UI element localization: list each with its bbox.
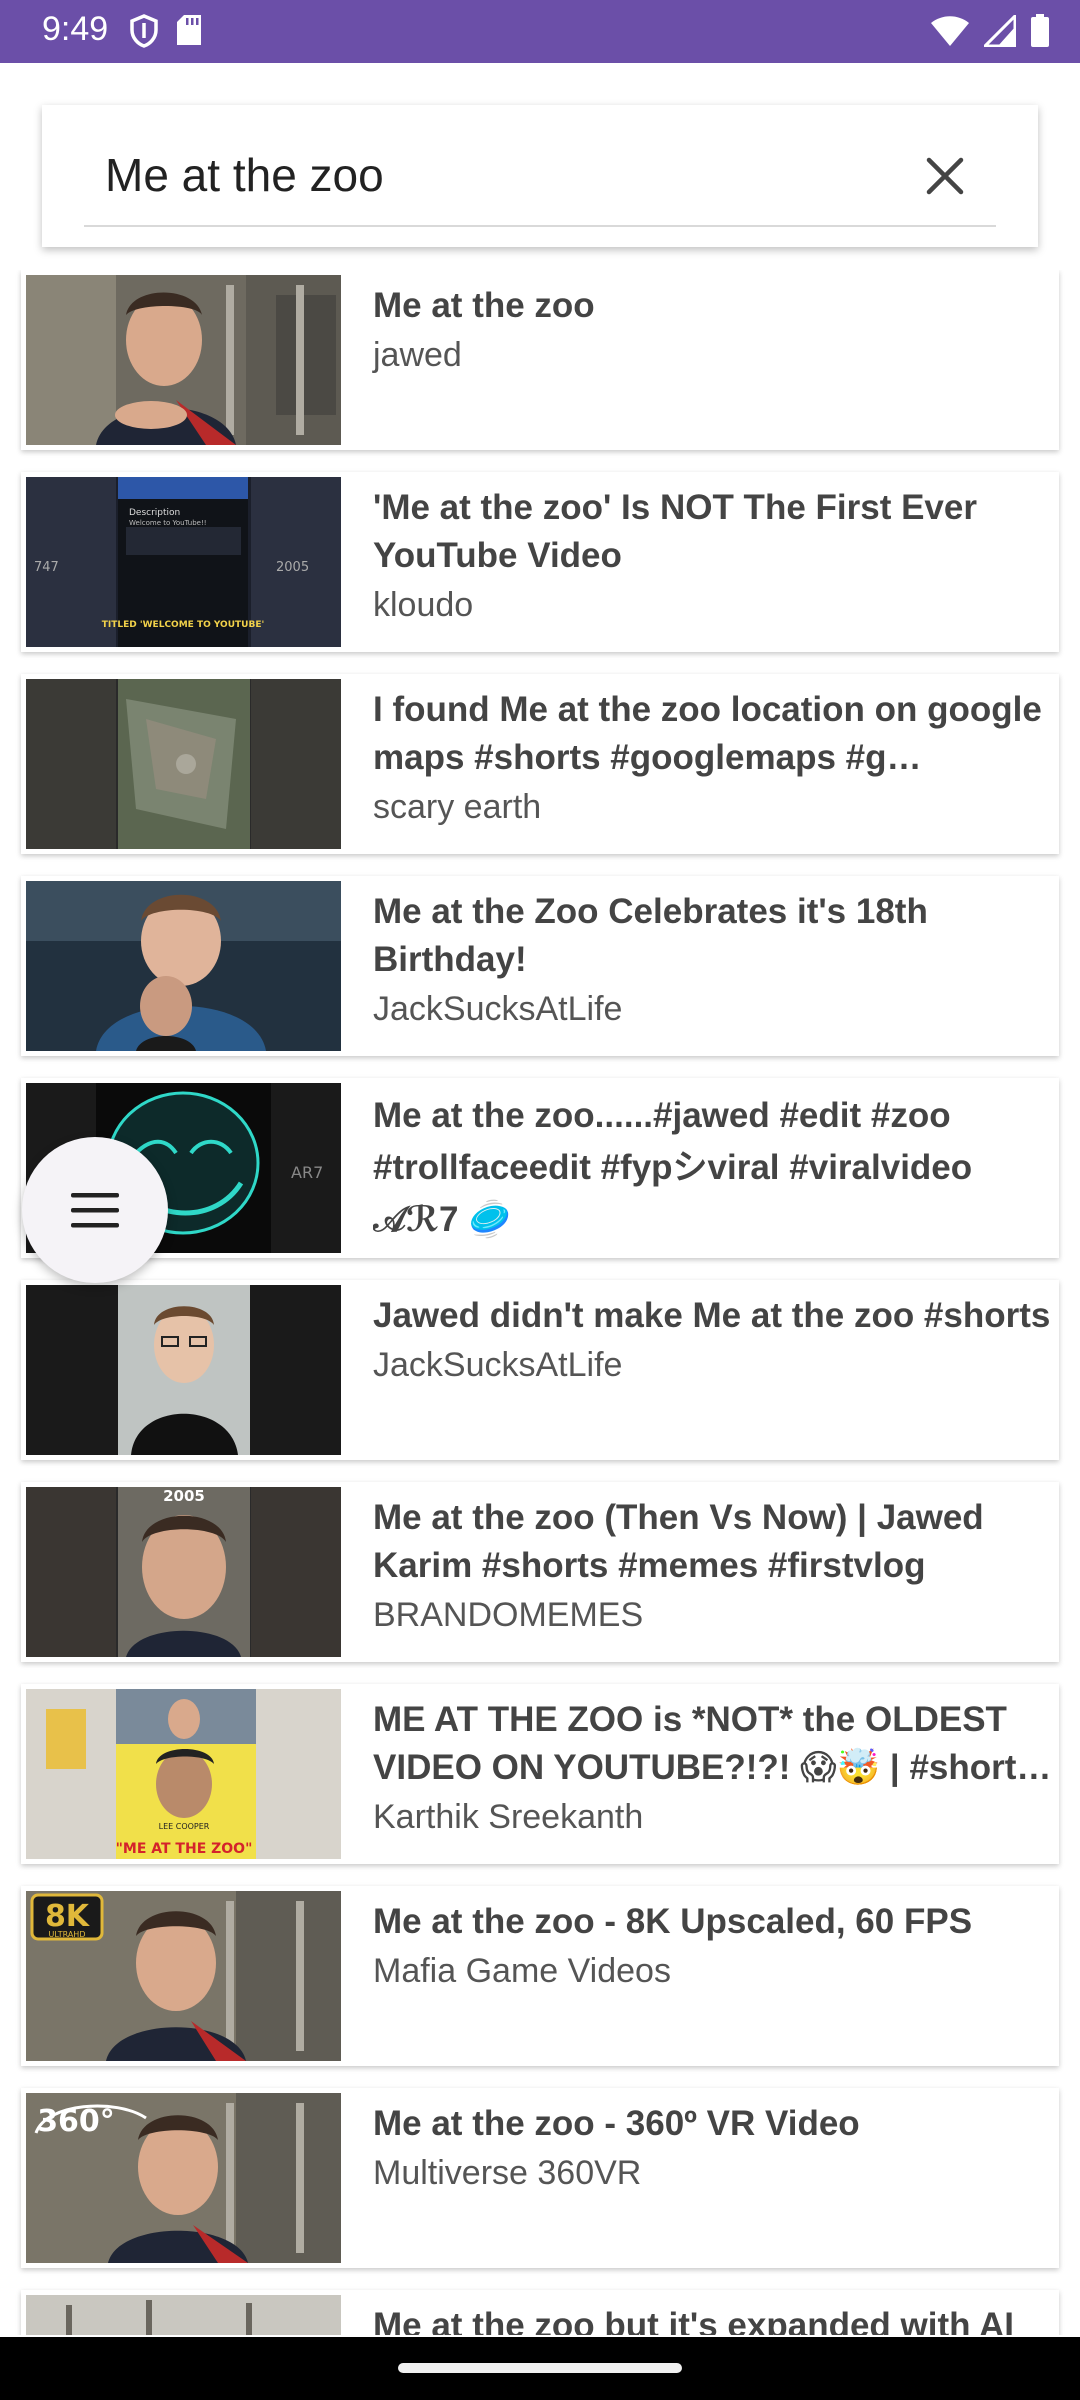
sd-card-icon [176, 14, 202, 53]
navigation-bar [0, 2337, 1080, 2400]
thumb-8k-badge: 8K [45, 1899, 91, 1934]
app-root: 9:49 Me at the zoo Me at the zoo jawed D… [0, 0, 1080, 2400]
video-title[interactable]: ME AT THE ZOO is *NOT* the OLDEST VIDEO … [373, 1696, 1059, 1792]
video-thumbnail[interactable]: LEE COOPER "ME AT THE ZOO" [26, 1689, 341, 1859]
thumb-year-text: 2005 [163, 1487, 205, 1505]
channel-name: Mafia Game Videos [373, 1952, 671, 1990]
video-title[interactable]: I found Me at the zoo location on google… [373, 686, 1059, 782]
result-card[interactable]: LEE COOPER "ME AT THE ZOO" ME AT THE ZOO… [21, 1684, 1059, 1864]
video-title[interactable]: Me at the zoo but it's expanded with AI [373, 2302, 1059, 2335]
status-bar: 9:49 [0, 0, 1080, 63]
video-title[interactable]: Jawed didn't make Me at the zoo #shorts [373, 1292, 1059, 1340]
video-title[interactable]: Me at the zoo - 360º VR Video [373, 2100, 1059, 2148]
video-thumbnail[interactable] [26, 881, 341, 1051]
result-card[interactable]: Me at the zoo jawed [21, 270, 1059, 450]
video-title[interactable]: Me at the zoo [373, 282, 1059, 330]
video-title[interactable]: Me at the zoo - 8K Upscaled, 60 FPS [373, 1898, 1059, 1946]
results-list: Me at the zoo jawed Description Welcome … [0, 270, 1080, 2335]
video-thumbnail[interactable]: 8K ULTRAHD [26, 1891, 341, 2061]
thumb-360-badge: 360° [37, 2104, 115, 2139]
video-thumbnail[interactable]: 360° [26, 2093, 341, 2263]
channel-name: Karthik Sreekanth [373, 1798, 644, 1836]
channel-name: JackSucksAtLife [373, 990, 623, 1028]
search-input[interactable] [105, 145, 905, 205]
channel-name: BRANDOMEMES [373, 1596, 644, 1634]
cell-signal-icon [981, 12, 1017, 52]
channel-name: kloudo [373, 586, 474, 624]
channel-name: jawed [373, 336, 462, 374]
channel-name: scary earth [373, 788, 542, 826]
video-title[interactable]: Me at the Zoo Celebrates it's 18th Birth… [373, 888, 1059, 984]
thumb-caption-text: TITLED 'WELCOME TO YOUTUBE' [102, 620, 264, 630]
clear-search-button[interactable] [912, 143, 978, 209]
thumb-description-text: Description [129, 508, 180, 518]
result-card[interactable]: 360° Me at the zoo - 360º VR Video Multi… [21, 2088, 1059, 2268]
result-card[interactable]: Jawed didn't make Me at the zoo #shorts … [21, 1280, 1059, 1460]
thumb-views-text: 747 [34, 560, 59, 575]
channel-name: Multiverse 360VR [373, 2154, 642, 2192]
video-title[interactable]: 'Me at the zoo' Is NOT The First Ever Yo… [373, 484, 1059, 580]
status-left-icons [130, 14, 202, 53]
search-bar [42, 105, 1038, 247]
result-card[interactable]: 2005 Me at the zoo (Then Vs Now) | Jawed… [21, 1482, 1059, 1662]
video-thumbnail[interactable] [26, 679, 341, 849]
video-thumbnail[interactable] [26, 2295, 341, 2335]
menu-button[interactable] [22, 1137, 168, 1283]
search-underline [84, 225, 996, 227]
home-gesture-handle[interactable] [398, 2363, 682, 2373]
battery-icon [1030, 14, 1050, 53]
result-card[interactable]: Description Welcome to YouTube!! 747 200… [21, 472, 1059, 652]
thumb-welcome-text: Welcome to YouTube!! [129, 519, 207, 527]
status-time: 9:49 [42, 10, 109, 48]
thumb-caption-text: "ME AT THE ZOO" [116, 1841, 253, 1857]
result-card[interactable]: 8K ULTRAHD Me at the zoo - 8K Upscaled, … [21, 1886, 1059, 2066]
result-card[interactable]: Me at the zoo but it's expanded with AI [21, 2290, 1059, 2335]
result-card[interactable]: AR7 Me at the zoo......#jawed #edit #zoo… [21, 1078, 1059, 1258]
shield-icon [130, 14, 158, 53]
close-icon [926, 157, 964, 195]
thumb-ultrahd-text: ULTRAHD [49, 1930, 86, 1939]
video-thumbnail[interactable]: Description Welcome to YouTube!! 747 200… [26, 477, 341, 647]
menu-icon [71, 1193, 119, 1228]
video-title[interactable]: Me at the zoo......#jawed #edit #zoo #tr… [373, 1090, 1059, 1240]
result-card[interactable]: Me at the Zoo Celebrates it's 18th Birth… [21, 876, 1059, 1056]
video-thumbnail[interactable] [26, 275, 341, 445]
status-right-icons [930, 12, 1050, 53]
thumb-year-text: 2005 [276, 560, 309, 575]
thumb-brand-text: LEE COOPER [159, 1822, 210, 1831]
thumb-tag-text: AR7 [291, 1163, 323, 1182]
video-title[interactable]: Me at the zoo (Then Vs Now) | Jawed Kari… [373, 1494, 1059, 1590]
result-card[interactable]: I found Me at the zoo location on google… [21, 674, 1059, 854]
wifi-icon [930, 15, 970, 52]
video-thumbnail[interactable] [26, 1285, 341, 1455]
channel-name: JackSucksAtLife [373, 1346, 623, 1384]
video-thumbnail[interactable]: 2005 [26, 1487, 341, 1657]
